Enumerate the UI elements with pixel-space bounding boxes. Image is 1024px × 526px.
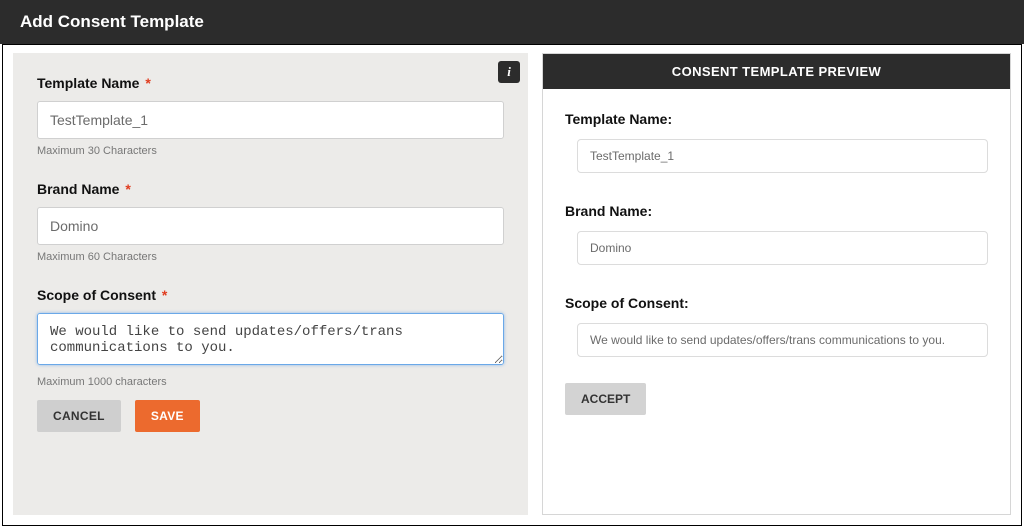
brand-name-label-text: Brand Name xyxy=(37,181,119,197)
page-title: Add Consent Template xyxy=(20,12,204,31)
brand-name-helper: Maximum 60 Characters xyxy=(37,251,504,263)
template-name-group: Template Name * Maximum 30 Characters xyxy=(37,75,504,157)
preview-body: Template Name: TestTemplate_1 Brand Name… xyxy=(543,89,1010,429)
preview-brand-name-value: Domino xyxy=(577,231,988,265)
preview-template-name-label: Template Name: xyxy=(565,111,988,127)
required-asterisk: * xyxy=(162,287,167,303)
cancel-button[interactable]: CANCEL xyxy=(37,400,121,432)
preview-panel: CONSENT TEMPLATE PREVIEW Template Name: … xyxy=(542,53,1011,515)
brand-name-label: Brand Name * xyxy=(37,181,504,197)
required-asterisk: * xyxy=(145,75,150,91)
preview-heading: CONSENT TEMPLATE PREVIEW xyxy=(543,54,1010,89)
preview-scope-value: We would like to send updates/offers/tra… xyxy=(577,323,988,357)
scope-textarea[interactable] xyxy=(37,313,504,365)
form-buttons: CANCEL SAVE xyxy=(37,400,504,432)
preview-template-name-value: TestTemplate_1 xyxy=(577,139,988,173)
scope-label-text: Scope of Consent xyxy=(37,287,156,303)
template-name-label-text: Template Name xyxy=(37,75,139,91)
content-wrap: i Template Name * Maximum 30 Characters … xyxy=(2,44,1022,526)
preview-scope-label: Scope of Consent: xyxy=(565,295,988,311)
save-button[interactable]: SAVE xyxy=(135,400,200,432)
template-name-label: Template Name * xyxy=(37,75,504,91)
brand-name-group: Brand Name * Maximum 60 Characters xyxy=(37,181,504,263)
required-asterisk: * xyxy=(125,181,130,197)
info-icon[interactable]: i xyxy=(498,61,520,83)
scope-textarea-wrap xyxy=(37,313,504,370)
preview-brand-name-label: Brand Name: xyxy=(565,203,988,219)
accept-button[interactable]: ACCEPT xyxy=(565,383,646,415)
form-panel: i Template Name * Maximum 30 Characters … xyxy=(13,53,528,515)
template-name-helper: Maximum 30 Characters xyxy=(37,145,504,157)
page-header: Add Consent Template xyxy=(0,0,1024,44)
scope-helper: Maximum 1000 characters xyxy=(37,376,504,388)
template-name-input[interactable] xyxy=(37,101,504,139)
info-icon-glyph: i xyxy=(507,64,511,80)
scope-label: Scope of Consent * xyxy=(37,287,504,303)
scope-group: Scope of Consent * Maximum 1000 characte… xyxy=(37,287,504,388)
brand-name-input[interactable] xyxy=(37,207,504,245)
